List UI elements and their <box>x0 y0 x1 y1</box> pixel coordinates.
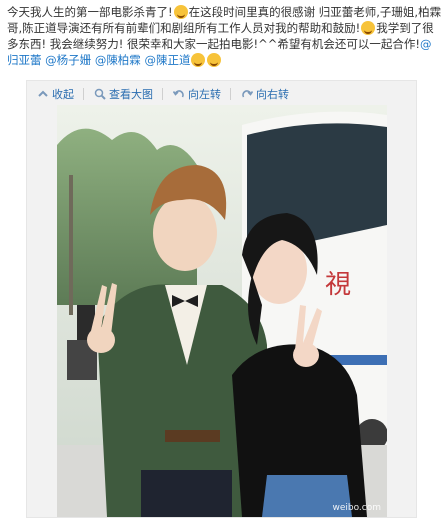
bus-sign: 視 <box>325 270 351 300</box>
photo-illustration: 視 <box>57 105 387 517</box>
post-text-segment: 今天我人生的第一部电影杀青了! <box>7 5 173 19</box>
post-photo[interactable]: 視 weibo.com <box>57 105 387 517</box>
mention-link[interactable]: @杨子姗 <box>45 53 91 67</box>
magnify-icon <box>94 88 106 100</box>
rotate-left-icon <box>173 90 184 98</box>
collapse-button[interactable]: 收起 <box>37 86 74 102</box>
media-toolbar: 收起 查看大图 向左转 向右转 <box>27 81 416 107</box>
rotate-left-button[interactable]: 向左转 <box>173 86 221 102</box>
smile-icon <box>207 53 222 67</box>
collapse-arrow-icon <box>38 90 48 97</box>
photo-watermark: weibo.com <box>332 503 381 513</box>
rotate-right-button[interactable]: 向右转 <box>241 86 289 102</box>
toolbar-divider <box>83 88 84 100</box>
laugh-icon <box>191 53 206 67</box>
view-large-label: 查看大图 <box>109 88 153 101</box>
rotate-left-label: 向左转 <box>188 88 221 101</box>
wink-icon <box>361 21 376 35</box>
grin-icon <box>173 5 188 19</box>
mention-link[interactable]: @陳柏霖 <box>95 53 141 67</box>
rotate-right-label: 向右转 <box>256 88 289 101</box>
media-box: 收起 查看大图 向左转 向右转 視 weibo.com <box>26 80 417 518</box>
rotate-right-icon <box>242 90 253 98</box>
post-text: 今天我人生的第一部电影杀青了! 在这段时间里真的很感谢 归亚蕾老师,子珊姐,柏霖哥… <box>7 4 443 68</box>
mention-link[interactable]: @陳正道 <box>144 53 190 67</box>
toolbar-divider <box>162 88 163 100</box>
view-large-button[interactable]: 查看大图 <box>94 86 153 102</box>
collapse-label: 收起 <box>52 88 74 101</box>
toolbar-divider <box>230 88 231 100</box>
